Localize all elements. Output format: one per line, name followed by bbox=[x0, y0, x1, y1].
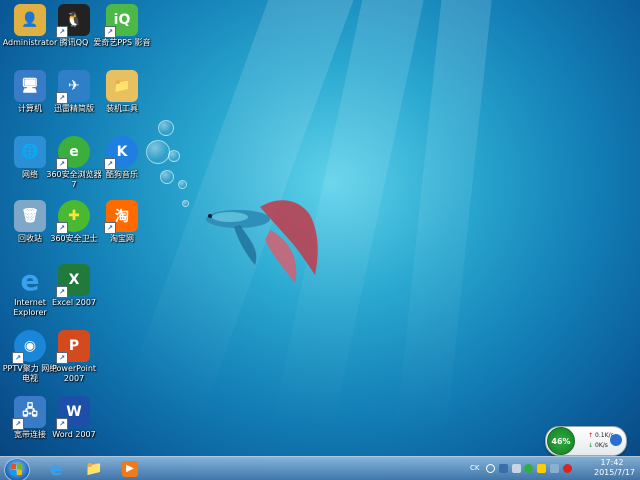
desktop-icon-tools-folder[interactable]: 📁 装机工具 bbox=[92, 70, 152, 114]
guard-360-tray-icon[interactable] bbox=[524, 464, 533, 473]
explorer-folder-icon: 📁 bbox=[85, 461, 103, 477]
ie-icon: e bbox=[49, 458, 63, 480]
shortcut-arrow-icon: ↗ bbox=[56, 352, 68, 364]
taskbar-pin-explorer[interactable]: 📁 bbox=[80, 459, 108, 479]
input-language-indicator[interactable]: CK bbox=[470, 464, 479, 472]
clock-time: 17:42 bbox=[600, 458, 624, 467]
network-tray-icon[interactable] bbox=[550, 464, 559, 473]
shortcut-arrow-icon: ↗ bbox=[12, 352, 24, 364]
shortcut-arrow-icon: ↗ bbox=[12, 418, 24, 430]
desktop-icon-taobao[interactable]: 淘 ↗ 淘宝网 bbox=[92, 200, 152, 244]
keyboard-icon[interactable] bbox=[499, 464, 508, 473]
shortcut-arrow-icon: ↗ bbox=[104, 222, 116, 234]
download-speed: ↓ 0K/s bbox=[588, 442, 608, 449]
light-ray bbox=[395, 0, 500, 440]
shortcut-arrow-icon: ↗ bbox=[56, 222, 68, 234]
shortcut-arrow-icon: ↗ bbox=[56, 286, 68, 298]
desktop-icon-powerpoint[interactable]: P ↗ PowerPoint 2007 bbox=[44, 330, 104, 384]
windows-logo-icon bbox=[11, 464, 22, 475]
volume-muted-icon[interactable] bbox=[563, 464, 572, 473]
shortcut-arrow-icon: ↗ bbox=[56, 418, 68, 430]
pptv-icon: ◉ ↗ bbox=[12, 330, 46, 364]
start-button[interactable] bbox=[4, 458, 30, 480]
desktop-icon-iqiyi[interactable]: iQ ↗ 爱奇艺PPS 影音 bbox=[92, 4, 152, 48]
network-globe-icon: 🌐 bbox=[14, 136, 46, 168]
shortcut-arrow-icon: ↗ bbox=[56, 92, 68, 104]
bubble bbox=[182, 200, 189, 207]
upload-arrow-icon: ↑ bbox=[588, 432, 594, 439]
kugou-icon: K ↗ bbox=[104, 136, 138, 170]
clock-date: 2015/7/17 bbox=[594, 468, 636, 477]
tray-app-icon[interactable] bbox=[512, 464, 521, 473]
powerpoint-icon: P ↗ bbox=[56, 330, 90, 364]
accelerate-rocket-icon[interactable] bbox=[610, 434, 622, 446]
desktop: 👤 Administrator 🐧 ↗ 腾讯QQ iQ ↗ 爱奇艺PPS 影音 🖥 … bbox=[0, 0, 640, 480]
taskbar-pin-media-player[interactable]: ▶ bbox=[116, 459, 144, 479]
memory-usage-gauge[interactable]: 46% bbox=[547, 427, 575, 455]
browser-360-icon: e ↗ bbox=[56, 136, 90, 170]
bubble bbox=[158, 120, 174, 136]
recycle-bin-icon: 🗑 bbox=[14, 200, 46, 232]
computer-icon: 🖥 bbox=[14, 70, 46, 102]
desktop-icon-kugou[interactable]: K ↗ 酷狗音乐 bbox=[92, 136, 152, 180]
help-icon[interactable] bbox=[486, 464, 495, 473]
shortcut-arrow-icon: ↗ bbox=[56, 26, 68, 38]
ie-icon: e bbox=[20, 263, 40, 297]
network-speed-widget[interactable]: 46% ↑ 0.1K/s ↓ 0K/s bbox=[545, 426, 627, 456]
taobao-icon: 淘 ↗ bbox=[104, 200, 138, 234]
system-tray: CK 17:42 2015/7/17 bbox=[466, 457, 640, 480]
taskbar-pin-ie[interactable]: e bbox=[42, 458, 70, 480]
clock[interactable]: 17:42 2015/7/17 bbox=[594, 458, 636, 478]
bubble bbox=[168, 150, 180, 162]
folder-icon: 📁 bbox=[106, 70, 138, 102]
excel-icon: X ↗ bbox=[56, 264, 90, 298]
shortcut-arrow-icon: ↗ bbox=[104, 158, 116, 170]
bubble bbox=[178, 180, 187, 189]
thunder-bird-icon: ✈ ↗ bbox=[56, 70, 90, 104]
iqiyi-icon: iQ ↗ bbox=[104, 4, 138, 38]
media-player-icon: ▶ bbox=[122, 461, 138, 477]
betta-fish-wallpaper bbox=[206, 200, 318, 283]
shortcut-arrow-icon: ↗ bbox=[104, 26, 116, 38]
qq-penguin-icon: 🐧 ↗ bbox=[56, 4, 90, 38]
word-icon: W ↗ bbox=[56, 396, 90, 430]
action-center-flag-icon[interactable] bbox=[537, 464, 546, 473]
desktop-icon-excel[interactable]: X ↗ Excel 2007 bbox=[44, 264, 104, 308]
desktop-icon-word[interactable]: W ↗ Word 2007 bbox=[44, 396, 104, 440]
guard-360-icon: ✚ ↗ bbox=[56, 200, 90, 234]
download-arrow-icon: ↓ bbox=[588, 442, 594, 449]
shortcut-arrow-icon: ↗ bbox=[56, 158, 68, 170]
user-folder-icon: 👤 bbox=[14, 4, 46, 36]
broadband-icon: 🖧 ↗ bbox=[12, 396, 46, 430]
taskbar: e 📁 ▶ CK 17:42 2015/7/17 bbox=[0, 456, 640, 480]
bubble bbox=[160, 170, 174, 184]
